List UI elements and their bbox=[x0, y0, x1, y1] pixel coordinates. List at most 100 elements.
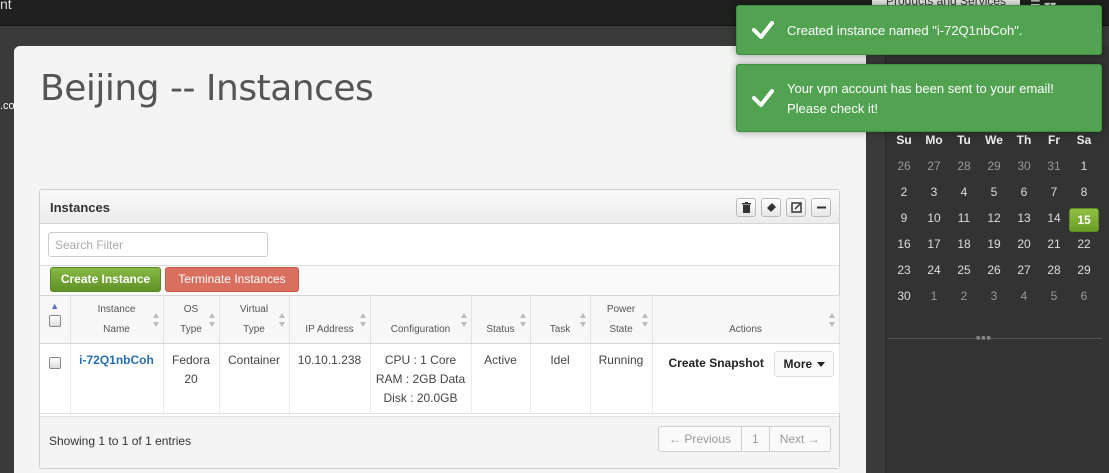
widget-header: Instances bbox=[40, 190, 839, 224]
column-header-virtual-type[interactable]: Virtual Type bbox=[219, 295, 290, 344]
calendar-day[interactable]: 5 bbox=[979, 182, 1009, 208]
minus-icon[interactable] bbox=[811, 198, 831, 217]
calendar-day[interactable]: 24 bbox=[919, 260, 949, 286]
calendar-day[interactable]: 29 bbox=[979, 156, 1009, 182]
widget-title: Instances bbox=[50, 200, 110, 215]
column-header-status[interactable]: Status bbox=[471, 295, 531, 344]
instance-name-link[interactable]: i-72Q1nbCoh bbox=[79, 353, 154, 367]
sort-icon bbox=[641, 313, 648, 327]
row-checkbox[interactable] bbox=[48, 357, 61, 369]
column-header-actions[interactable]: Actions bbox=[652, 295, 840, 344]
calendar-day[interactable]: 12 bbox=[979, 208, 1009, 234]
notification-message: Created instance named "i-72Q1nbCoh". bbox=[787, 23, 1023, 38]
terminate-instances-button[interactable]: Terminate Instances bbox=[165, 267, 299, 292]
calendar-day[interactable]: 5 bbox=[1039, 286, 1069, 312]
task-cell: Idel bbox=[530, 343, 591, 414]
ip-address-cell: 10.10.1.238 bbox=[289, 343, 371, 414]
calendar-day[interactable]: 8 bbox=[1069, 182, 1099, 208]
calendar-day[interactable]: 29 bbox=[1069, 260, 1099, 286]
calendar-day[interactable]: 18 bbox=[949, 234, 979, 260]
calendar-day[interactable]: 7 bbox=[1039, 182, 1069, 208]
calendar-day[interactable]: 3 bbox=[919, 182, 949, 208]
calendar-day[interactable]: 4 bbox=[1009, 286, 1039, 312]
create-instance-button[interactable]: Create Instance bbox=[50, 267, 161, 292]
calendar-day[interactable]: 25 bbox=[949, 260, 979, 286]
calendar-day[interactable]: 27 bbox=[919, 156, 949, 182]
status-cell: Active bbox=[471, 343, 531, 414]
power-state-cell: Running bbox=[590, 343, 653, 414]
calendar-day[interactable]: 16 bbox=[889, 234, 919, 260]
calendar-day[interactable]: 28 bbox=[949, 156, 979, 182]
sort-icon bbox=[152, 313, 159, 327]
calendar-day[interactable]: 26 bbox=[889, 156, 919, 182]
instance-name-cell: i-72Q1nbCoh bbox=[70, 343, 164, 414]
weekday-label: Th bbox=[1016, 133, 1032, 147]
search-input[interactable] bbox=[48, 232, 268, 257]
calendar-day[interactable]: 31 bbox=[1039, 156, 1069, 182]
os-type-cell: Fedora 20 bbox=[163, 343, 220, 414]
drag-grip-icon[interactable]: ■■■ bbox=[976, 335, 992, 342]
weekday-label: Fr bbox=[1048, 133, 1060, 147]
sidebar-divider bbox=[888, 338, 1102, 339]
brand-text-fragment[interactable]: nt bbox=[0, 0, 12, 12]
entries-info: Showing 1 to 1 of 1 entries bbox=[49, 434, 192, 448]
calendar-day[interactable]: 20 bbox=[1009, 234, 1039, 260]
external-link-icon[interactable] bbox=[786, 198, 806, 217]
calendar-day[interactable]: 9 bbox=[889, 208, 919, 234]
calendar-day[interactable]: 30 bbox=[889, 286, 919, 312]
calendar-day[interactable]: 1 bbox=[1069, 156, 1099, 182]
column-header-task[interactable]: Task bbox=[530, 295, 591, 344]
calendar-day[interactable]: 2 bbox=[949, 286, 979, 312]
table-header-row: ▲ Instance Name OS Type Virtual Type IP Add… bbox=[40, 295, 840, 344]
column-header-configuration[interactable]: Configuration bbox=[370, 295, 472, 344]
calendar-today[interactable]: 15 bbox=[1069, 208, 1099, 232]
eraser-icon[interactable] bbox=[761, 198, 781, 217]
create-snapshot-button[interactable]: Create Snapshot bbox=[669, 354, 764, 373]
calendar-day[interactable]: 1 bbox=[919, 286, 949, 312]
calendar-day[interactable]: 13 bbox=[1009, 208, 1039, 234]
calendar-day[interactable]: 23 bbox=[889, 260, 919, 286]
column-header-power-state[interactable]: Power State bbox=[590, 295, 653, 344]
calendar-day[interactable]: 2 bbox=[889, 182, 919, 208]
calendar-week-row: 26 27 28 29 30 31 1 bbox=[889, 156, 1099, 182]
calendar-day[interactable]: 28 bbox=[1039, 260, 1069, 286]
column-header-ip-address[interactable]: IP Address bbox=[289, 295, 371, 344]
sort-icon bbox=[579, 313, 586, 327]
sort-icon bbox=[359, 313, 366, 327]
weekday-label: Sa bbox=[1076, 133, 1092, 147]
calendar-day[interactable]: 3 bbox=[979, 286, 1009, 312]
pagination: ← Previous 1 Next → bbox=[658, 426, 831, 452]
calendar-day[interactable]: 11 bbox=[949, 208, 979, 234]
trash-icon[interactable] bbox=[736, 198, 756, 217]
notification-toast[interactable]: Your vpn account has been sent to your e… bbox=[736, 64, 1102, 132]
calendar-day[interactable]: 22 bbox=[1069, 234, 1099, 260]
caret-down-icon bbox=[816, 362, 825, 367]
calendar-day[interactable]: 30 bbox=[1009, 156, 1039, 182]
calendar-day[interactable]: 17 bbox=[919, 234, 949, 260]
select-all-checkbox[interactable] bbox=[48, 314, 61, 327]
calendar-day[interactable]: 6 bbox=[1069, 286, 1099, 312]
sort-asc-icon[interactable]: ▲ bbox=[40, 301, 70, 311]
calendar-day[interactable]: 10 bbox=[919, 208, 949, 234]
calendar-day[interactable]: 27 bbox=[1009, 260, 1039, 286]
calendar-day[interactable]: 26 bbox=[979, 260, 1009, 286]
previous-page-button[interactable]: ← Previous bbox=[658, 426, 743, 452]
calendar-day[interactable]: 14 bbox=[1039, 208, 1069, 234]
column-header-instance-name[interactable]: Instance Name bbox=[70, 295, 164, 344]
virtual-type-cell: Container bbox=[219, 343, 290, 414]
page-1-button[interactable]: 1 bbox=[741, 426, 770, 452]
calendar-day[interactable]: 6 bbox=[1009, 182, 1039, 208]
page-title: Beijing -- Instances bbox=[40, 68, 374, 109]
more-dropdown-button[interactable]: More bbox=[773, 351, 834, 377]
configuration-cell: CPU : 1 Core RAM : 2GB Data Disk : 20.0GB bbox=[370, 343, 472, 414]
sort-icon bbox=[460, 313, 467, 327]
column-header-os-type[interactable]: OS Type bbox=[163, 295, 220, 344]
calendar-week-row: 9 10 11 12 13 14 15 bbox=[889, 208, 1099, 234]
weekday-label: Mo bbox=[925, 133, 943, 147]
more-label: More bbox=[783, 357, 813, 371]
notification-toast[interactable]: Created instance named "i-72Q1nbCoh". bbox=[736, 5, 1102, 55]
calendar-day[interactable]: 19 bbox=[979, 234, 1009, 260]
calendar-day[interactable]: 4 bbox=[949, 182, 979, 208]
next-page-button[interactable]: Next → bbox=[768, 426, 831, 452]
calendar-day[interactable]: 21 bbox=[1039, 234, 1069, 260]
